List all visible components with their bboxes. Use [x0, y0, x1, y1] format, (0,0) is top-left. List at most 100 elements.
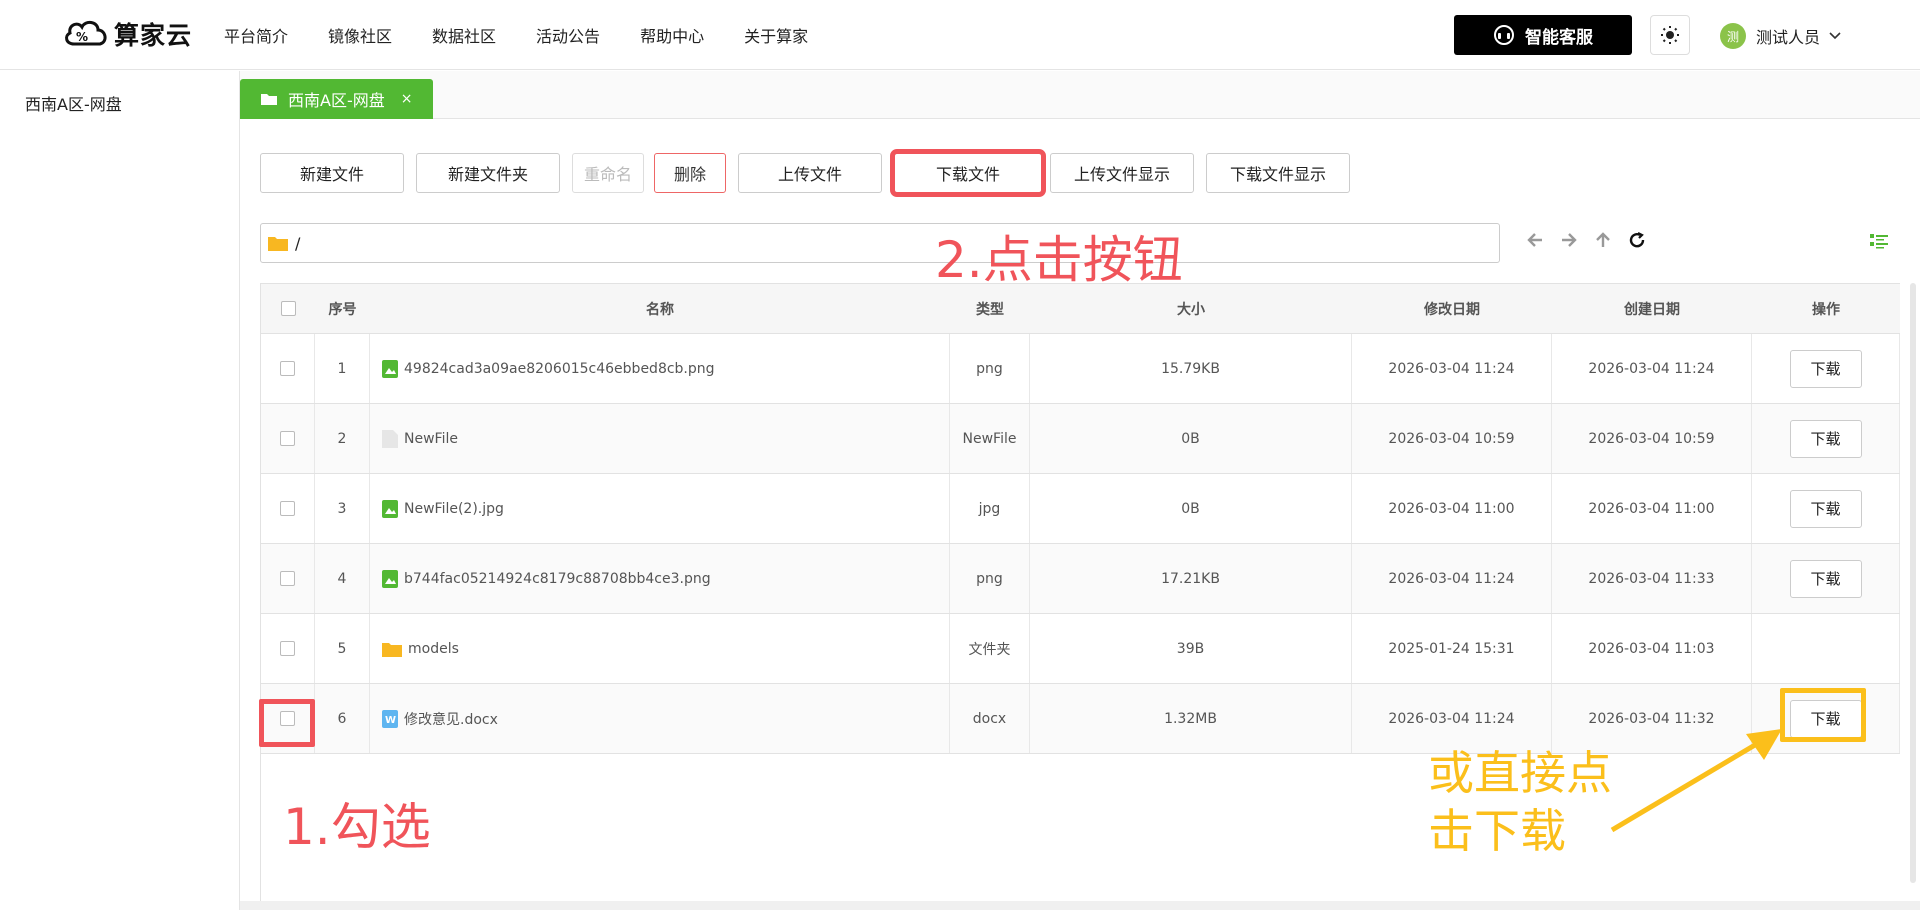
row-modified: 2025-01-24 15:31: [1352, 614, 1552, 683]
folder-icon: [261, 94, 277, 105]
row-size: 0B: [1030, 474, 1352, 543]
row-check-cell: [260, 404, 315, 473]
path-input[interactable]: /: [260, 223, 1500, 263]
row-name-cell[interactable]: b744fac05214924c8179c88708bb4ce3.png: [370, 544, 950, 613]
path-navigation: [1518, 231, 1654, 249]
tab-close-icon[interactable]: ×: [401, 91, 413, 107]
row-index: 3: [315, 474, 370, 543]
row-modified: 2026-03-04 11:24: [1352, 684, 1552, 753]
new-folder-button[interactable]: 新建文件夹: [416, 153, 560, 193]
rename-button[interactable]: 重命名: [572, 153, 644, 193]
row-size: 15.79KB: [1030, 334, 1352, 403]
word-icon: W: [382, 709, 398, 728]
up-arrow-icon[interactable]: [1586, 231, 1620, 249]
row-modified: 2026-03-04 10:59: [1352, 404, 1552, 473]
tab-label: 西南A区-网盘: [288, 91, 385, 110]
row-name-cell[interactable]: NewFile(2).jpg: [370, 474, 950, 543]
back-arrow-icon[interactable]: [1518, 231, 1552, 249]
row-name: 修改意见.docx: [404, 711, 498, 728]
upload-file-button[interactable]: 上传文件: [738, 153, 882, 193]
svg-text:%: %: [76, 30, 88, 44]
user-menu[interactable]: 测 测试人员: [1720, 22, 1842, 50]
row-index: 6: [315, 684, 370, 753]
row-index: 5: [315, 614, 370, 683]
logo[interactable]: % 算家云: [62, 14, 192, 54]
row-index: 2: [315, 404, 370, 473]
delete-button[interactable]: 删除: [654, 153, 726, 193]
list-view-icon[interactable]: [1870, 233, 1888, 253]
table-row[interactable]: 4 b744fac05214924c8179c88708bb4ce3.png p…: [260, 544, 1900, 614]
refresh-icon[interactable]: [1620, 231, 1654, 249]
download-button[interactable]: 下载: [1789, 419, 1862, 458]
select-all-checkbox[interactable]: [280, 301, 296, 316]
scrollbar[interactable]: [1910, 283, 1916, 883]
folder-icon: [268, 237, 288, 251]
download-button[interactable]: 下载: [1789, 349, 1862, 388]
forward-arrow-icon[interactable]: [1552, 231, 1586, 249]
annotation-checkbox-highlight: [259, 699, 315, 747]
row-modified: 2026-03-04 11:24: [1352, 334, 1552, 403]
row-action-cell: 下载: [1752, 544, 1900, 613]
row-action-cell: 下载: [1752, 404, 1900, 473]
nav-item-events[interactable]: 活动公告: [536, 23, 600, 47]
row-size: 1.32MB: [1030, 684, 1352, 753]
row-checkbox[interactable]: [280, 501, 295, 516]
smart-service-button[interactable]: 智能客服: [1454, 15, 1632, 55]
path-text: /: [295, 233, 301, 253]
row-action-cell: [1752, 614, 1900, 683]
row-name-cell[interactable]: NewFile: [370, 404, 950, 473]
row-name-cell[interactable]: models: [370, 614, 950, 683]
sidebar: 西南A区-网盘: [0, 71, 240, 910]
row-check-cell: [260, 474, 315, 543]
nav-item-images[interactable]: 镜像社区: [328, 23, 392, 47]
row-name-cell[interactable]: W 修改意见.docx: [370, 684, 950, 753]
download-show-button[interactable]: 下载文件显示: [1206, 153, 1350, 193]
annotation-step1: 1.勾选: [283, 798, 431, 856]
row-name-cell[interactable]: 49824cad3a09ae8206015c46ebbed8cb.png: [370, 334, 950, 403]
row-index: 1: [315, 334, 370, 403]
top-nav: 平台简介 镜像社区 数据社区 活动公告 帮助中心 关于算家: [224, 0, 848, 70]
table-row[interactable]: 1 49824cad3a09ae8206015c46ebbed8cb.png p…: [260, 334, 1900, 404]
smart-service-label: 智能客服: [1525, 27, 1593, 48]
nav-item-platform[interactable]: 平台简介: [224, 23, 288, 47]
row-action-cell: 下载: [1752, 474, 1900, 543]
cloud-logo-icon: %: [65, 21, 107, 46]
nav-item-help[interactable]: 帮助中心: [640, 23, 704, 47]
theme-toggle-button[interactable]: [1650, 15, 1690, 55]
table-left-border: [260, 283, 261, 903]
upload-show-button[interactable]: 上传文件显示: [1050, 153, 1194, 193]
row-type: png: [950, 334, 1030, 403]
row-size: 39B: [1030, 614, 1352, 683]
folder-icon: [382, 641, 402, 657]
table-row[interactable]: 2 NewFile NewFile 0B 2026-03-04 10:59 20…: [260, 404, 1900, 474]
row-created: 2026-03-04 11:03: [1552, 614, 1752, 683]
annotation-alt-line1: 或直接点: [1428, 746, 1612, 800]
nav-item-data[interactable]: 数据社区: [432, 23, 496, 47]
row-size: 17.21KB: [1030, 544, 1352, 613]
row-checkbox[interactable]: [280, 641, 295, 656]
sidebar-item-netdisk[interactable]: 西南A区-网盘: [25, 91, 122, 115]
download-button[interactable]: 下载: [1789, 489, 1862, 528]
header: % 算家云 平台简介 镜像社区 数据社区 活动公告 帮助中心 关于算家 智能客服: [0, 0, 1920, 70]
row-size: 0B: [1030, 404, 1352, 473]
download-file-button[interactable]: 下载文件: [890, 149, 1046, 197]
table-row[interactable]: 3 NewFile(2).jpg jpg 0B 2026-03-04 11:00…: [260, 474, 1900, 544]
tab-netdisk[interactable]: 西南A区-网盘 ×: [240, 79, 433, 119]
avatar: 测: [1720, 23, 1746, 49]
table-row[interactable]: 5 models 文件夹 39B 2025-01-24 15:31 2026-0…: [260, 614, 1900, 684]
row-checkbox[interactable]: [280, 571, 295, 586]
new-file-button[interactable]: 新建文件: [260, 153, 404, 193]
header-created: 创建日期: [1624, 301, 1680, 318]
row-checkbox[interactable]: [280, 361, 295, 376]
download-button[interactable]: 下载: [1789, 559, 1862, 598]
header-name: 名称: [646, 301, 674, 318]
nav-item-about[interactable]: 关于算家: [744, 23, 808, 47]
annotation-alt-line2: 击下载: [1428, 803, 1566, 858]
table-header: 序号 名称 类型 大小 修改日期 创建日期 操作: [260, 284, 1900, 334]
logo-text: 算家云: [114, 21, 193, 50]
row-checkbox[interactable]: [280, 431, 295, 446]
file-table: 序号 名称 类型 大小 修改日期 创建日期 操作 1 49824cad3a09a…: [260, 283, 1900, 754]
header-index: 序号: [328, 301, 357, 318]
header-modified: 修改日期: [1424, 301, 1480, 318]
row-name: 49824cad3a09ae8206015c46ebbed8cb.png: [404, 360, 715, 377]
